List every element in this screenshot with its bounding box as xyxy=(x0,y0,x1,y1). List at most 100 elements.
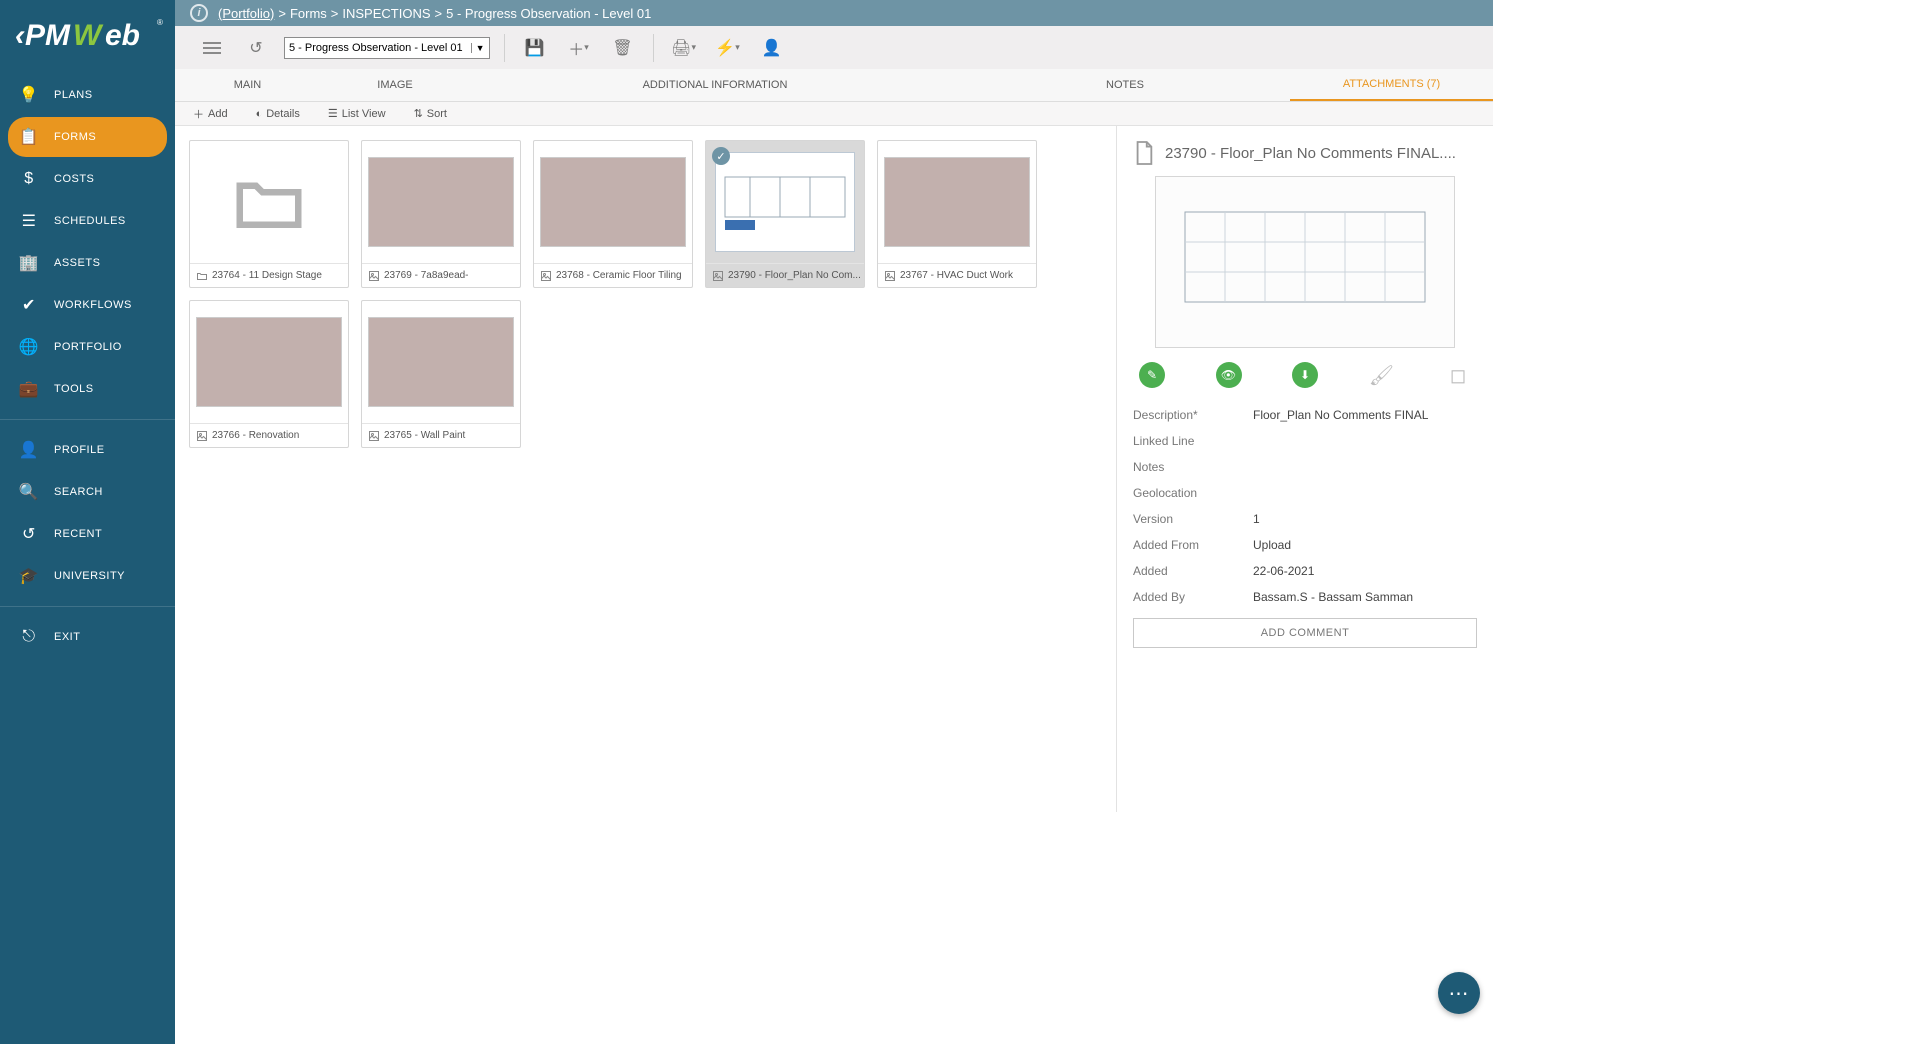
tab-main[interactable]: MAIN xyxy=(175,69,320,101)
sep: > xyxy=(278,6,286,21)
field-linked-line: Linked Line xyxy=(1133,428,1477,454)
print-icon[interactable]: 🖨▾ xyxy=(668,32,700,64)
field-value xyxy=(1253,434,1477,448)
sidebar-item-assets[interactable]: 🏢ASSETS xyxy=(8,243,167,283)
user-icon[interactable]: 👤 xyxy=(756,32,788,64)
breadcrumb-inspections[interactable]: INSPECTIONS xyxy=(342,6,430,21)
sidebar-item-tools[interactable]: 💼TOOLS xyxy=(8,369,167,409)
details-title: 23790 - Floor_Plan No Comments FINAL.... xyxy=(1165,145,1456,162)
attachment-card[interactable]: 23765 - Wall Paint xyxy=(361,300,521,448)
image-icon xyxy=(540,270,552,282)
attachment-card[interactable]: 23768 - Ceramic Floor Tiling xyxy=(533,140,693,288)
image-icon xyxy=(368,430,380,442)
chevron-down-icon: ▼ xyxy=(471,43,485,53)
edit-action-icon[interactable]: ✎ xyxy=(1139,362,1165,388)
sort-button[interactable]: ⇅ Sort xyxy=(414,107,447,120)
briefcase-icon: 💼 xyxy=(18,379,40,399)
bars-icon: ☰ xyxy=(18,211,40,231)
image-preview xyxy=(540,157,686,247)
brush-action-icon[interactable]: 🖌 xyxy=(1369,362,1395,388)
tab-additional-information[interactable]: ADDITIONAL INFORMATION xyxy=(470,69,960,101)
view-action-icon[interactable]: 👁 xyxy=(1216,362,1242,388)
dropdown-value: 5 - Progress Observation - Level 01 xyxy=(289,42,463,54)
attachment-card[interactable]: 23766 - Renovation xyxy=(189,300,349,448)
sidebar-item-search[interactable]: 🔍SEARCH xyxy=(8,472,167,512)
download-action-icon[interactable]: ⬇ xyxy=(1292,362,1318,388)
sidebar-item-costs[interactable]: $COSTS xyxy=(8,159,167,199)
sort-icon: ⇅ xyxy=(414,107,423,120)
exit-icon: ⎋ xyxy=(18,628,40,646)
breadcrumb-forms[interactable]: Forms xyxy=(290,6,327,21)
breadcrumb-portfolio[interactable]: (Portfolio) xyxy=(218,6,274,21)
attachment-card-selected[interactable]: ✓ 23790 - Floor_Plan No Com... xyxy=(705,140,865,288)
sidebar-item-exit[interactable]: ⎋EXIT xyxy=(8,617,167,657)
attachment-card[interactable]: 23767 - HVAC Duct Work xyxy=(877,140,1037,288)
content: 23764 - 11 Design Stage 23769 - 7a8a9ead… xyxy=(175,126,1493,812)
divider xyxy=(0,606,175,607)
fab-more-button[interactable]: ⋯ xyxy=(1438,972,1480,1014)
nav-label: PORTFOLIO xyxy=(54,341,122,353)
svg-text:‹PM: ‹PM xyxy=(15,19,71,52)
card-label: 23790 - Floor_Plan No Com... xyxy=(706,263,864,287)
add-icon[interactable]: ＋▾ xyxy=(563,32,595,64)
main-toolbar: ↺ 5 - Progress Observation - Level 01 ▼ … xyxy=(0,26,1493,69)
sidebar-item-recent[interactable]: ↺RECENT xyxy=(8,514,167,554)
list-icon: ☰ xyxy=(328,107,338,120)
search-icon: 🔍 xyxy=(18,482,40,502)
history-icon[interactable]: ↺ xyxy=(240,32,272,64)
tab-attachments[interactable]: ATTACHMENTS (7) xyxy=(1290,69,1493,101)
sidebar-item-schedules[interactable]: ☰ SCHEDULES xyxy=(8,201,167,241)
sidebar-item-workflows[interactable]: ✔WORKFLOWS xyxy=(8,285,167,325)
action-icon[interactable]: ⚡▾ xyxy=(712,32,744,64)
sidebar-item-university[interactable]: 🎓UNIVERSITY xyxy=(8,556,167,596)
sidebar-item-portfolio[interactable]: 🌐 PORTFOLIO xyxy=(8,327,167,367)
attachments-toolbar: ＋Add ◐Details ☰List View ⇅ Sort xyxy=(175,102,1493,126)
attachment-card-folder[interactable]: 23764 - 11 Design Stage xyxy=(189,140,349,288)
image-icon xyxy=(368,270,380,282)
save-icon[interactable]: 💾 xyxy=(519,32,551,64)
add-button[interactable]: ＋Add xyxy=(193,106,228,122)
thumb xyxy=(362,301,520,423)
field-key: Added From xyxy=(1133,538,1253,552)
frame-action-icon[interactable]: ◻ xyxy=(1445,362,1471,388)
details-panel: 23790 - Floor_Plan No Comments FINAL....… xyxy=(1117,126,1493,812)
details-toggle[interactable]: ◐Details xyxy=(256,108,300,120)
record-dropdown[interactable]: 5 - Progress Observation - Level 01 ▼ xyxy=(284,37,490,59)
tab-image[interactable]: IMAGE xyxy=(320,69,470,101)
card-label-text: 23766 - Renovation xyxy=(212,430,299,441)
nav-secondary: 👤PROFILE 🔍SEARCH ↺RECENT 🎓UNIVERSITY xyxy=(0,424,175,602)
card-label: 23769 - 7a8a9ead- xyxy=(362,263,520,287)
details-actions: ✎ 👁 ⬇ 🖌 ◻ xyxy=(1133,348,1477,402)
folder-icon xyxy=(196,270,208,282)
thumb xyxy=(190,141,348,263)
check-icon: ✔ xyxy=(18,295,40,315)
field-value: Upload xyxy=(1253,538,1477,552)
label: Sort xyxy=(427,108,447,120)
sep: > xyxy=(331,6,339,21)
image-icon xyxy=(712,270,724,282)
list-toggle-icon[interactable] xyxy=(196,32,228,64)
sidebar: ‹PMWeb® 💡PLANS 📋FORMS $COSTS ☰SCHEDULES … xyxy=(0,0,175,1044)
globe-icon: 🌐 xyxy=(18,337,40,357)
nav-label: SCHEDULES xyxy=(54,215,126,227)
delete-icon[interactable]: 🗑 xyxy=(607,32,639,64)
card-label: 23767 - HVAC Duct Work xyxy=(878,263,1036,287)
sidebar-item-forms[interactable]: 📋FORMS xyxy=(8,117,167,157)
attachment-card[interactable]: 23769 - 7a8a9ead- xyxy=(361,140,521,288)
listview-button[interactable]: ☰List View xyxy=(328,107,386,120)
image-preview xyxy=(368,317,514,407)
thumb xyxy=(190,301,348,423)
dollar-icon: $ xyxy=(18,170,40,188)
field-key: Geolocation xyxy=(1133,486,1253,500)
details-preview[interactable] xyxy=(1155,176,1455,348)
sidebar-item-plans[interactable]: 💡PLANS xyxy=(8,75,167,115)
card-label: 23765 - Wall Paint xyxy=(362,423,520,447)
logo: ‹PMWeb® xyxy=(0,0,175,69)
field-key: Added By xyxy=(1133,590,1253,604)
add-comment-button[interactable]: ADD COMMENT xyxy=(1133,618,1477,648)
field-added-by: Added ByBassam.S - Bassam Samman xyxy=(1133,584,1477,610)
tab-notes[interactable]: NOTES xyxy=(960,69,1290,101)
info-icon[interactable]: i xyxy=(190,4,208,22)
sidebar-item-profile[interactable]: 👤PROFILE xyxy=(8,430,167,470)
card-label-text: 23765 - Wall Paint xyxy=(384,430,465,441)
